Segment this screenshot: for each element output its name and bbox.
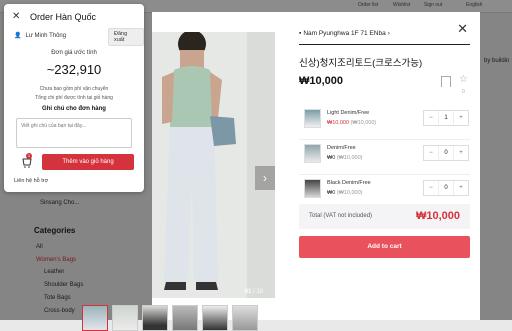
- plus-icon[interactable]: +: [454, 181, 468, 195]
- logout-button[interactable]: Đăng xuất: [108, 28, 144, 46]
- variant-thumbnail: [304, 144, 321, 163]
- user-name: Lư Minh Thông: [25, 32, 67, 39]
- chevron-right-icon: ›: [387, 30, 390, 37]
- bookmark-icon[interactable]: [441, 76, 451, 87]
- order-popup: ✕ Order Hàn Quốc 👤 Lư Minh Thông Đăng xu…: [4, 4, 144, 192]
- popup-title: Order Hàn Quốc: [30, 12, 97, 22]
- variant-name: Light Denim/Free: [327, 110, 370, 116]
- estimate-value: ~232,910: [46, 62, 102, 77]
- thumbnail-strip: [82, 305, 258, 331]
- star-icon[interactable]: ☆: [459, 74, 468, 85]
- variant-row: Light Denim/Free ₩10,000 (₩10,000) − 1 +: [299, 105, 470, 140]
- notes-label: Ghi chú cho đơn hàng: [42, 106, 106, 112]
- variant-row: Denim/Free ₩0 (₩10,000) − 0 +: [299, 140, 470, 175]
- thumbnail[interactable]: [112, 305, 138, 331]
- thumbnail[interactable]: [142, 305, 168, 331]
- user-icon: 👤: [14, 33, 22, 39]
- product-modal: › 01 / 10 ✕ ▪ Nam Pyunghwa 1F 71 ENba › …: [82, 12, 480, 331]
- image-counter: 01 / 10: [244, 289, 263, 295]
- add-to-cart-button[interactable]: Add to cart: [299, 236, 470, 258]
- minus-icon[interactable]: −: [424, 111, 438, 125]
- total-label: Total (VAT not included): [309, 213, 373, 219]
- divider: [299, 44, 470, 45]
- quantity-value[interactable]: 0: [438, 181, 454, 195]
- thumbnail[interactable]: [172, 305, 198, 331]
- shipping-note: Chưa bao gồm phí vận chuyển: [39, 86, 109, 92]
- plus-icon[interactable]: +: [454, 111, 468, 125]
- variant-thumbnail: [304, 109, 321, 128]
- seller-link[interactable]: ▪ Nam Pyunghwa 1F 71 ENba ›: [299, 30, 390, 37]
- next-image-arrow[interactable]: ›: [255, 166, 275, 190]
- variant-thumbnail: [304, 179, 321, 198]
- thumbnail[interactable]: [202, 305, 228, 331]
- product-main-image[interactable]: › 01 / 10: [152, 32, 275, 298]
- plus-icon[interactable]: +: [454, 146, 468, 160]
- variant-name: Denim/Free: [327, 145, 356, 151]
- star-count: 0: [462, 89, 465, 95]
- variant-price: ₩10,000 (₩10,000): [327, 120, 377, 126]
- quantity-stepper[interactable]: − 0 +: [423, 145, 469, 161]
- product-title: 신상)청지조리토드(크로스가능): [299, 58, 423, 69]
- total-value: ₩10,000: [415, 210, 460, 222]
- thumbnail[interactable]: [232, 305, 258, 331]
- variant-list: Light Denim/Free ₩10,000 (₩10,000) − 1 +…: [299, 105, 470, 210]
- variant-price: ₩0 (₩10,000): [327, 190, 363, 196]
- seller-name: Nam Pyunghwa 1F 71 ENba: [303, 30, 386, 37]
- store-icon: ▪: [299, 30, 302, 37]
- support-link[interactable]: Liên hệ hỗ trợ: [14, 178, 48, 184]
- quantity-stepper[interactable]: − 1 +: [423, 110, 469, 126]
- thumbnail[interactable]: [82, 305, 108, 331]
- order-notes-field[interactable]: [16, 118, 132, 148]
- total-note: Tổng chi phí được tính tại giỏ hàng: [35, 95, 113, 101]
- quantity-stepper[interactable]: − 0 +: [423, 180, 469, 196]
- close-icon[interactable]: ✕: [12, 11, 20, 22]
- quantity-value[interactable]: 1: [438, 111, 454, 125]
- total-summary: Total (VAT not included) ₩10,000: [299, 204, 470, 229]
- close-icon[interactable]: ✕: [457, 21, 468, 37]
- minus-icon[interactable]: −: [424, 181, 438, 195]
- add-to-order-button[interactable]: Thêm vào giỏ hàng: [42, 154, 134, 170]
- product-photo: [152, 32, 275, 298]
- variant-name: Black Denim/Free: [327, 180, 371, 186]
- cart-count-badge: 1: [26, 153, 32, 159]
- quantity-value[interactable]: 0: [438, 146, 454, 160]
- estimate-label: Đơn giá ước tính: [51, 50, 97, 56]
- minus-icon[interactable]: −: [424, 146, 438, 160]
- user-info: 👤 Lư Minh Thông: [14, 32, 67, 40]
- product-price: ₩10,000: [299, 75, 344, 87]
- variant-price: ₩0 (₩10,000): [327, 155, 363, 161]
